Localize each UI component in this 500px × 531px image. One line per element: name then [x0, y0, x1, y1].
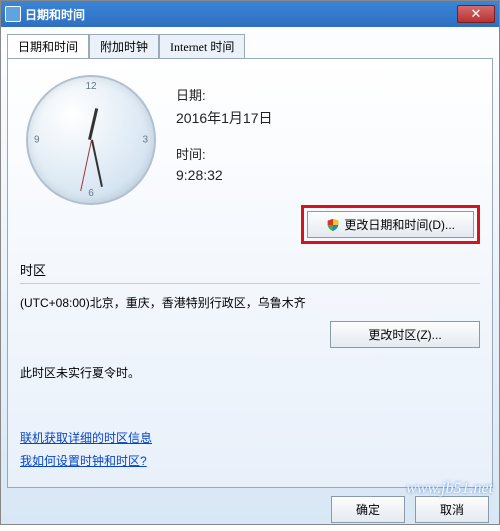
change-datetime-label: 更改日期和时间(D)... — [344, 216, 455, 233]
second-hand — [80, 140, 92, 191]
tab-datetime[interactable]: 日期和时间 — [7, 34, 89, 59]
divider — [20, 283, 480, 284]
tab-additional-clocks[interactable]: 附加时钟 — [89, 34, 159, 59]
highlight-box: 更改日期和时间(D)... — [301, 205, 480, 244]
link-tz-info[interactable]: 联机获取详细的时区信息 — [20, 429, 152, 446]
time-label: 时间: — [176, 144, 273, 163]
minute-hand — [91, 140, 103, 187]
analog-clock: 12369 — [26, 75, 156, 205]
links-section: 联机获取详细的时区信息 我如何设置时钟和时区? — [20, 429, 152, 475]
change-datetime-button[interactable]: 更改日期和时间(D)... — [307, 211, 474, 238]
timezone-heading: 时区 — [20, 260, 480, 279]
link-how-to[interactable]: 我如何设置时钟和时区? — [20, 452, 152, 469]
change-timezone-button[interactable]: 更改时区(Z)... — [330, 321, 480, 348]
time-value: 9:28:32 — [176, 167, 273, 183]
tab-internet-time[interactable]: Internet 时间 — [159, 34, 245, 59]
tab-panel: 12369 日期: 2016年1月17日 时间: 9:28:32 更改日期和时间… — [7, 58, 493, 488]
window-title: 日期和时间 — [25, 6, 457, 23]
date-value: 2016年1月17日 — [176, 108, 273, 128]
dst-note: 此时区未实行夏令时。 — [20, 364, 480, 381]
shield-icon — [326, 218, 340, 232]
close-button[interactable]: ✕ — [457, 5, 495, 23]
datetime-icon — [5, 6, 21, 22]
tab-strip: 日期和时间 附加时钟 Internet 时间 — [7, 33, 493, 58]
timezone-value: (UTC+08:00)北京，重庆，香港特别行政区，乌鲁木齐 — [20, 294, 306, 311]
ok-button[interactable]: 确定 — [331, 496, 405, 523]
cancel-button[interactable]: 取消 — [415, 496, 489, 523]
hour-hand — [88, 108, 98, 140]
titlebar: 日期和时间 ✕ — [1, 1, 499, 27]
date-label: 日期: — [176, 85, 273, 104]
